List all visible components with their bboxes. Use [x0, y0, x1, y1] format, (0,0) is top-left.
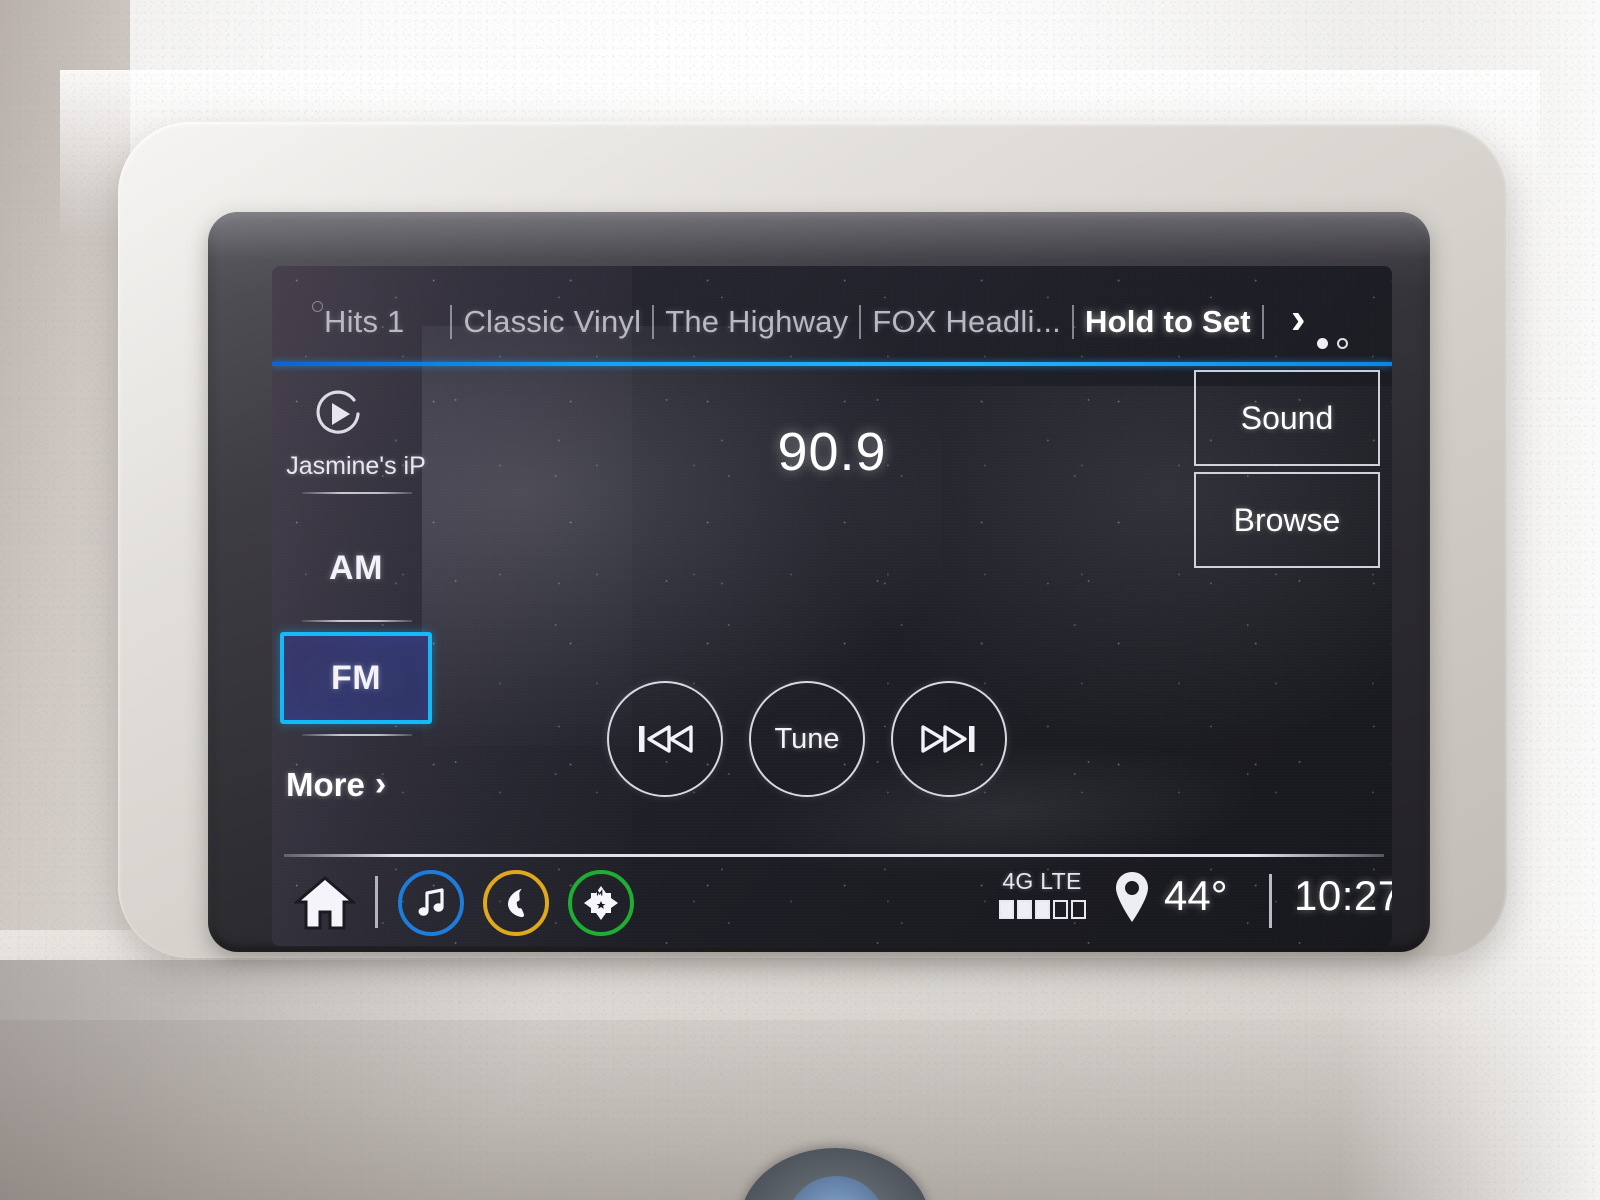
sidebar-divider-1: [302, 492, 412, 494]
sound-label: Sound: [1240, 399, 1334, 436]
band-label-fm: FM: [330, 658, 382, 697]
signal-bar-3: [1034, 900, 1050, 919]
phone-handset-icon: [508, 888, 525, 918]
sidebar-divider-3: [302, 734, 412, 736]
network-label: 4G LTE: [1002, 868, 1082, 894]
preset-divider: [1261, 305, 1264, 339]
signal-bar-2: [1016, 900, 1032, 919]
phone-shortcut-button[interactable]: [483, 870, 549, 936]
music-note-icon: [418, 888, 444, 916]
browse-button[interactable]: Browse: [1194, 472, 1380, 568]
skip-previous-icon: [639, 725, 693, 753]
outside-temperature: 44°: [1164, 872, 1228, 919]
lcd-pixel-texture: [272, 266, 1392, 946]
skip-next-icon: [921, 725, 975, 753]
more-label: More: [286, 766, 365, 803]
band-button-fm[interactable]: FM: [280, 632, 432, 724]
preset-divider: [450, 305, 453, 339]
media-shortcut-button[interactable]: [398, 870, 464, 936]
home-icon[interactable]: [292, 874, 358, 932]
screenshot-stage: Hits 1 Classic Vinyl The Highway FOX Hea…: [0, 0, 1600, 1200]
band-button-am[interactable]: AM: [280, 522, 432, 614]
chevron-right-icon[interactable]: ›: [1291, 297, 1306, 341]
more-button[interactable]: More ›: [286, 766, 386, 804]
signal-strength-bars: [990, 900, 1094, 919]
statusbar-divider: [284, 854, 1384, 857]
sidebar-divider-2: [302, 620, 412, 622]
browse-label: Browse: [1233, 501, 1341, 538]
screen-dust-specks: [272, 266, 1392, 946]
transport-controls: Tune: [607, 681, 1007, 797]
tune-button[interactable]: Tune: [749, 681, 865, 797]
statusbar-left-divider: [375, 876, 378, 928]
signal-bar-1: [998, 900, 1014, 919]
previous-station-button[interactable]: [607, 681, 723, 797]
signal-bar-5: [1070, 900, 1086, 919]
map-pin-icon: [1112, 870, 1152, 924]
infotainment-screen[interactable]: Hits 1 Classic Vinyl The Highway FOX Hea…: [272, 266, 1392, 946]
clock: 10:27: [1294, 872, 1392, 919]
chevron-right-icon: ›: [374, 765, 387, 803]
accent-divider: [272, 362, 1392, 366]
sound-button[interactable]: Sound: [1194, 370, 1380, 466]
preset-bar[interactable]: Hits 1 Classic Vinyl The Highway FOX Hea…: [272, 286, 1392, 358]
preset-item-fox-headlines[interactable]: FOX Headli...: [872, 304, 1061, 340]
preset-divider: [859, 305, 862, 339]
preset-item-hits-1[interactable]: Hits 1: [324, 304, 404, 340]
navigation-shortcut-button[interactable]: [568, 870, 634, 936]
compass-rose-icon: [584, 886, 618, 920]
next-station-button[interactable]: [891, 681, 1007, 797]
band-label-am: AM: [329, 548, 383, 587]
preset-item-the-highway[interactable]: The Highway: [665, 304, 848, 340]
preset-item-hold-to-set[interactable]: Hold to Set: [1085, 304, 1251, 340]
preset-divider: [652, 305, 655, 339]
signal-bar-4: [1052, 900, 1068, 919]
status-bar: 4G LTE 44° 10:27: [272, 858, 1392, 946]
statusbar-right-divider: [1269, 874, 1272, 928]
preset-page-indicator: [1317, 338, 1348, 349]
tune-label: Tune: [774, 722, 840, 755]
preset-item-classic-vinyl[interactable]: Classic Vinyl: [463, 304, 641, 340]
page-dot-2[interactable]: [1337, 338, 1348, 349]
preset-divider: [1072, 305, 1074, 339]
network-status: 4G LTE: [990, 868, 1094, 919]
page-dot-1[interactable]: [1317, 338, 1328, 349]
